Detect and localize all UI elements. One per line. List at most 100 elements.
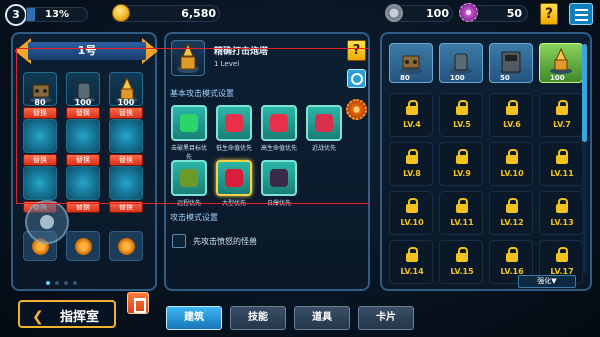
heart-down-icon	[225, 114, 243, 132]
loadout-slot-count: 100	[117, 98, 135, 107]
lock-icon	[456, 247, 468, 262]
locked-tower-card[interactable]: LV.9	[439, 142, 483, 186]
mode-tile[interactable]	[171, 105, 207, 141]
coin-slot[interactable]	[66, 231, 100, 261]
lock-icon	[456, 198, 468, 213]
mode-label: 近战优先	[311, 145, 336, 152]
locked-tower-card[interactable]: LV.8	[389, 142, 433, 186]
tower-count: 50	[500, 74, 510, 82]
locked-level-label: LV.6	[503, 120, 521, 129]
loadout-slot-empty[interactable]	[23, 119, 57, 153]
mode-tile[interactable]	[216, 160, 252, 196]
tab-3[interactable]: 卡片	[358, 306, 414, 330]
back-arrow-icon: ❮	[32, 309, 44, 325]
settings-gear-button[interactable]	[346, 99, 367, 120]
tower-count: 80	[400, 74, 410, 82]
tower-count: 100	[450, 74, 465, 82]
mode-label: 自爆优先	[266, 200, 291, 207]
tab-2[interactable]: 道具	[294, 306, 350, 330]
swap-button[interactable]: 替换	[66, 154, 100, 166]
loadout-slot-empty[interactable]	[66, 119, 100, 153]
loadout-slot-count: 100	[74, 98, 92, 107]
search-button[interactable]	[347, 69, 366, 88]
attack-mode-title: 攻击模式设置	[170, 213, 218, 222]
mode-label: 远程优先	[176, 200, 201, 207]
locked-level-label: LV.15	[450, 267, 474, 276]
loadout-slot-empty[interactable]	[109, 119, 143, 153]
mode-tile[interactable]	[261, 105, 297, 141]
radar-icon	[180, 114, 198, 132]
mode-tile[interactable]	[306, 105, 342, 141]
enhance-button[interactable]: 强化▼	[518, 275, 576, 288]
locked-level-label: LV.12	[500, 218, 524, 227]
lock-icon	[506, 198, 518, 213]
lock-icon	[406, 149, 418, 164]
bolt-icon	[385, 4, 403, 22]
locked-tower-card[interactable]: LV.4	[389, 93, 433, 137]
swap-button[interactable]: 替换	[109, 107, 143, 119]
locked-level-label: LV.11	[450, 218, 474, 227]
page-dot[interactable]	[64, 281, 68, 285]
page-dot[interactable]	[73, 281, 77, 285]
lock-icon	[556, 100, 568, 115]
trash-button[interactable]	[127, 292, 149, 314]
tab-0[interactable]: 建筑	[166, 306, 222, 330]
mode-tile[interactable]	[216, 105, 252, 141]
back-label: 指挥室	[60, 310, 100, 325]
mode-tile[interactable]	[261, 160, 297, 196]
lock-icon	[456, 149, 468, 164]
coin-icon	[112, 4, 130, 22]
lock-icon	[406, 100, 418, 115]
locked-tower-card[interactable]: LV.7	[539, 93, 583, 137]
locked-level-label: LV.4	[403, 120, 421, 129]
locked-level-label: LV.10	[500, 169, 524, 178]
locked-level-label: LV.9	[453, 169, 471, 178]
fist-icon	[315, 114, 333, 132]
tower-card[interactable]: 100	[539, 43, 583, 83]
tab-1[interactable]: 技能	[230, 306, 286, 330]
tower-card[interactable]: 50	[489, 43, 533, 83]
bomb-icon	[270, 169, 288, 187]
page-dot[interactable]	[46, 281, 50, 285]
quest-button[interactable]: ?	[540, 3, 558, 25]
locked-tower-card[interactable]: LV.15	[439, 240, 483, 284]
locked-tower-card[interactable]: LV.10	[489, 142, 533, 186]
locked-level-label: LV.7	[553, 120, 571, 129]
loadout-slot-empty[interactable]	[23, 166, 57, 200]
help-button[interactable]: ?	[347, 40, 366, 61]
joystick-overlay[interactable]	[25, 200, 69, 244]
menu-button[interactable]	[569, 3, 593, 25]
loadout-slot-empty[interactable]	[66, 166, 100, 200]
locked-tower-card[interactable]: LV.11	[439, 191, 483, 235]
coin-amount: 6,580	[181, 7, 216, 20]
locked-tower-card[interactable]: LV.13	[539, 191, 583, 235]
swap-button[interactable]: 替换	[109, 201, 143, 213]
loadout-slot-empty[interactable]	[109, 166, 143, 200]
gear-icon	[459, 3, 478, 22]
locked-tower-card[interactable]: LV.12	[489, 191, 533, 235]
swap-button[interactable]: 替换	[66, 107, 100, 119]
tower-card[interactable]: 100	[439, 43, 483, 83]
locked-level-label: LV.10	[400, 218, 424, 227]
lock-icon	[556, 149, 568, 164]
locked-tower-card[interactable]: LV.11	[539, 142, 583, 186]
swap-button[interactable]: 替换	[66, 201, 100, 213]
mode-tile[interactable]	[171, 160, 207, 196]
mode-label: 高生命值优先	[260, 145, 297, 152]
locked-tower-card[interactable]: LV.5	[439, 93, 483, 137]
basic-mode-title: 基本攻击模式设置	[170, 89, 234, 98]
bow-icon	[180, 169, 198, 187]
attack-angry-checkbox[interactable]	[172, 234, 186, 248]
locked-tower-card[interactable]: LV.14	[389, 240, 433, 284]
locked-tower-card[interactable]: LV.6	[489, 93, 533, 137]
coin-slot[interactable]	[109, 231, 143, 261]
swap-button[interactable]: 替换	[109, 154, 143, 166]
page-dot[interactable]	[55, 281, 59, 285]
tower-list-scroll-thumb[interactable]	[582, 44, 587, 142]
swap-button[interactable]: 替换	[23, 107, 57, 119]
locked-tower-card[interactable]: LV.10	[389, 191, 433, 235]
swap-button[interactable]: 替换	[23, 154, 57, 166]
selected-tower-icon	[171, 40, 205, 76]
tower-card[interactable]: 80	[389, 43, 433, 83]
locked-level-label: LV.13	[550, 218, 574, 227]
